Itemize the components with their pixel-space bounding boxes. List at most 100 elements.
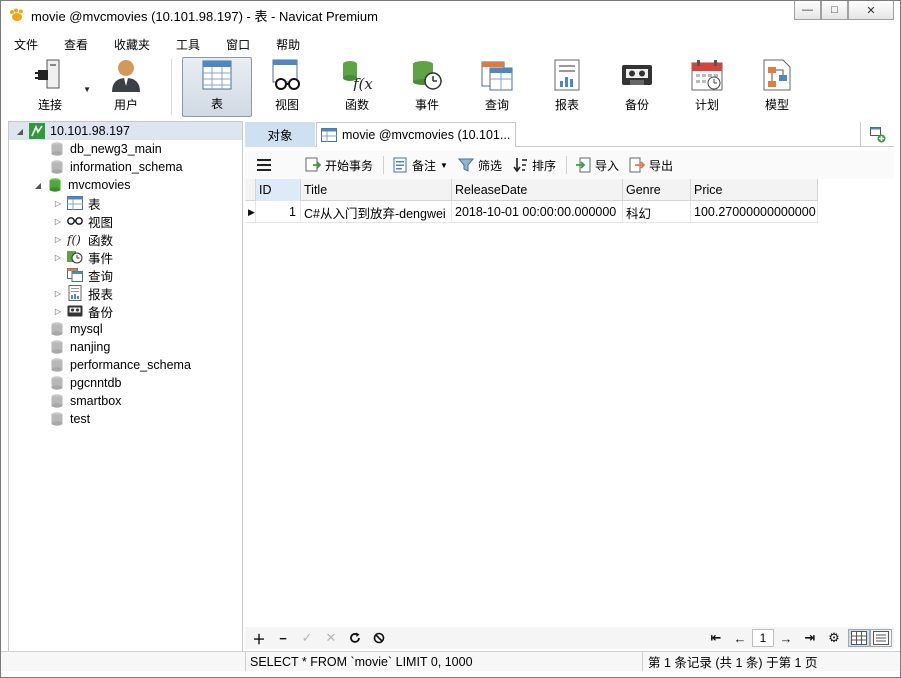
filter-button[interactable]: 筛选 — [457, 157, 502, 174]
tree-db-item[interactable]: performance_schema — [49, 356, 191, 374]
menu-button[interactable] — [257, 159, 271, 171]
toolbar-separator — [383, 156, 385, 174]
delete-record-button[interactable]: − — [271, 628, 295, 648]
add-record-button[interactable]: ＋ — [247, 628, 271, 648]
tree-child-label: 报表 — [88, 287, 114, 302]
menu-help[interactable]: 帮助 — [263, 36, 313, 53]
import-button[interactable]: 导入 — [575, 157, 619, 174]
data-toolbar: 开始事务 备注 ▼ 筛选 排序 导入 导出 — [245, 151, 894, 179]
expand-arrow-icon[interactable]: ▷ — [53, 235, 63, 244]
sort-label: 排序 — [531, 158, 556, 173]
apply-changes-button[interactable]: ✓ — [295, 628, 319, 648]
close-button[interactable]: ✕ — [848, 1, 894, 20]
tree-db-item[interactable]: mysql — [49, 320, 103, 338]
schedule-button[interactable]: 计划 — [672, 57, 742, 117]
tree-child-tables[interactable]: ▷ 表 — [53, 194, 101, 212]
view-button[interactable]: 视图 — [252, 57, 322, 117]
column-header[interactable]: Genre — [623, 179, 691, 201]
tree-child-functions[interactable]: ▷ f() 函数 — [53, 230, 113, 248]
collapse-arrow-icon[interactable]: ◢ — [15, 127, 25, 136]
last-page-button[interactable]: ⇥ — [798, 628, 822, 648]
tree-child-reports[interactable]: ▷ 报表 — [53, 284, 113, 302]
refresh-icon — [350, 632, 360, 643]
chevron-down-icon[interactable]: ▼ — [83, 85, 91, 94]
model-button[interactable]: 模型 — [742, 57, 812, 117]
minimize-button[interactable]: — — [794, 1, 821, 20]
backup-button[interactable]: 备份 — [602, 57, 672, 117]
tab-objects-label: 对象 — [267, 129, 293, 143]
tree-child-label: 视图 — [88, 215, 114, 230]
tree-db-item[interactable]: information_schema — [49, 158, 183, 176]
expand-arrow-icon[interactable]: ▷ — [53, 217, 63, 226]
expand-arrow-icon[interactable]: ▷ — [53, 307, 63, 316]
tree-db-open[interactable]: ◢ mvcmovies — [33, 176, 131, 194]
menu-tools[interactable]: 工具 — [163, 36, 213, 53]
view-label: 视图 — [274, 98, 299, 112]
expand-arrow-icon[interactable]: ▷ — [53, 199, 63, 208]
tree-connection[interactable]: ◢ 10.101.98.197 — [9, 122, 242, 140]
tab-objects[interactable]: 对象 — [245, 122, 315, 147]
table-button[interactable]: 表 — [182, 57, 252, 117]
tree-db-item[interactable]: nanjing — [49, 338, 110, 356]
settings-button[interactable]: ⚙ — [822, 628, 846, 648]
sort-button[interactable]: 排序 — [512, 157, 556, 174]
new-window-button[interactable] — [860, 122, 894, 147]
tree-db-label: nanjing — [70, 340, 111, 354]
tree-db-item[interactable]: smartbox — [49, 392, 121, 410]
first-page-button[interactable]: ⇤ — [704, 628, 728, 648]
grid-view-toggle[interactable] — [848, 629, 870, 647]
database-gray-icon — [49, 321, 65, 337]
column-header[interactable]: Title — [301, 179, 452, 201]
prev-page-button[interactable]: ← — [728, 628, 752, 648]
next-page-button[interactable]: → — [774, 628, 798, 648]
tree-db-item[interactable]: pgcnntdb — [49, 374, 121, 392]
event-button[interactable]: 事件 — [392, 57, 462, 117]
begin-transaction-button[interactable]: 开始事务 — [305, 157, 373, 174]
event-clock-icon — [67, 249, 83, 265]
export-button[interactable]: 导出 — [629, 157, 673, 174]
tree-child-backups[interactable]: ▷ 备份 — [53, 302, 113, 320]
tree-db-item[interactable]: test — [49, 410, 90, 428]
tree-child-events[interactable]: ▷ 事件 — [53, 248, 113, 266]
table-row[interactable]: 1 C#从入门到放弃-dengwei 2018-10-01 00:00:00.0… — [245, 201, 818, 223]
report-button[interactable]: 报表 — [532, 57, 602, 117]
discard-changes-button[interactable]: ✕ — [319, 628, 343, 648]
maximize-button[interactable]: □ — [821, 1, 848, 20]
column-header[interactable]: Price — [691, 179, 818, 201]
expand-arrow-icon[interactable]: ▷ — [53, 253, 63, 262]
menu-file[interactable]: 文件 — [1, 36, 51, 53]
tree-child-label: 备份 — [88, 305, 114, 320]
query-label: 查询 — [484, 98, 509, 112]
form-view-toggle[interactable] — [870, 629, 892, 647]
expand-arrow-icon[interactable]: ▷ — [53, 289, 63, 298]
menu-favorites[interactable]: 收藏夹 — [101, 36, 163, 53]
column-header[interactable]: ID — [256, 179, 301, 201]
plug-icon — [33, 57, 67, 93]
page-number-input[interactable]: 1 — [752, 629, 774, 647]
table-cell[interactable]: 2018-10-01 00:00:00.000000 — [452, 201, 623, 223]
tab-movie-table[interactable]: movie @mvcmovies (10.101... — [316, 122, 516, 147]
memo-button[interactable]: 备注 ▼ — [392, 157, 448, 174]
collapse-arrow-icon[interactable]: ◢ — [33, 181, 43, 190]
table-cell[interactable]: 1 — [256, 201, 301, 223]
connect-button[interactable]: 连接 ▼ — [15, 57, 91, 117]
menu-window[interactable]: 窗口 — [213, 36, 263, 53]
tree-child-queries[interactable]: 查询 — [67, 266, 113, 284]
table-cell[interactable]: 科幻 — [623, 201, 691, 223]
function-button[interactable]: f(x) 函数 — [322, 57, 392, 117]
row-selector[interactable] — [245, 201, 256, 223]
user-button[interactable]: 用户 — [91, 57, 161, 117]
refresh-button[interactable] — [343, 628, 367, 648]
status-bar: SELECT * FROM `movie` LIMIT 0, 1000 第 1 … — [1, 651, 900, 671]
table-cell[interactable]: C#从入门到放弃-dengwei — [301, 201, 452, 223]
query-button[interactable]: 查询 — [462, 57, 532, 117]
menu-view[interactable]: 查看 — [51, 36, 101, 53]
stop-button[interactable] — [367, 628, 391, 648]
table-cell[interactable]: 100.27000000000000 — [691, 201, 818, 223]
database-gray-icon — [49, 375, 65, 391]
tree-db-item[interactable]: db_newg3_main — [49, 140, 162, 158]
column-header[interactable]: ReleaseDate — [452, 179, 623, 201]
tree-child-views[interactable]: ▷ 视图 — [53, 212, 113, 230]
chevron-down-icon[interactable]: ▼ — [440, 161, 448, 170]
database-gray-icon — [49, 411, 65, 427]
